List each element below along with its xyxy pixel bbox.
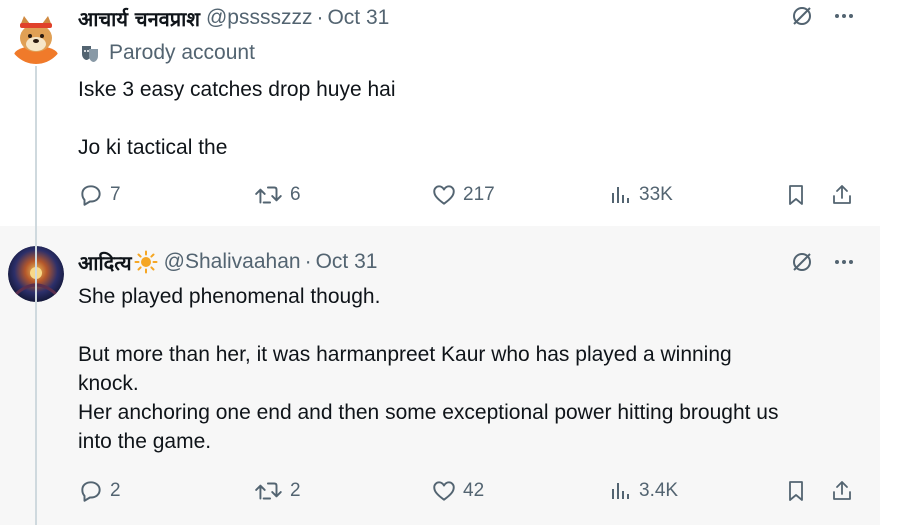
repost-button[interactable]: 2 — [254, 478, 301, 504]
more-icon[interactable] — [832, 250, 856, 274]
like-count: 217 — [463, 184, 495, 205]
grok-icon[interactable] — [790, 4, 814, 28]
repost-icon — [255, 186, 282, 204]
author-handle[interactable]: @psssszzz — [206, 6, 313, 30]
tweet-top-actions — [790, 4, 856, 28]
views-count: 33K — [639, 184, 673, 205]
tweet-text: She played phenomenal though. But more t… — [78, 285, 779, 453]
parody-mask-icon — [80, 43, 100, 63]
parody-text: Parody account — [109, 41, 255, 64]
views-icon — [612, 187, 629, 203]
bookmark-icon — [789, 185, 803, 205]
reply-button[interactable]: 7 — [78, 182, 121, 208]
share-button[interactable] — [830, 182, 860, 208]
reply-count: 2 — [110, 480, 121, 501]
tweet-date[interactable]: Oct 31 — [327, 6, 389, 30]
reply-button[interactable]: 2 — [78, 478, 121, 504]
tweet-text: Iske 3 easy catches drop huye hai Jo ki … — [78, 78, 396, 159]
more-icon[interactable] — [832, 4, 856, 28]
tweet-actions: 7 6 217 33K — [78, 182, 858, 212]
bookmark-button[interactable] — [784, 478, 814, 504]
bookmark-icon — [789, 481, 803, 501]
tweet-top-actions — [790, 250, 856, 274]
like-icon — [433, 185, 455, 205]
repost-icon — [255, 482, 282, 500]
tweet-2[interactable]: आदित्य @Shalivaahan · Oct 31 She played … — [0, 226, 880, 525]
avatar-acharya[interactable] — [8, 8, 64, 64]
author-name[interactable]: आचार्य चनवप्राश — [78, 5, 200, 32]
repost-count: 6 — [290, 184, 301, 205]
bookmark-button[interactable] — [784, 182, 814, 208]
share-button[interactable] — [830, 478, 860, 504]
share-icon — [833, 185, 851, 204]
repost-count: 2 — [290, 480, 301, 501]
views-icon — [612, 483, 629, 499]
views-button[interactable]: 3.4K — [609, 478, 678, 504]
author-handle[interactable]: @Shalivaahan — [164, 250, 301, 274]
like-button[interactable]: 217 — [431, 182, 495, 208]
tweet-1[interactable]: आचार्य चनवप्राश @psssszzz · Oct 31 Parod… — [0, 0, 880, 226]
tweet-header: आदित्य @Shalivaahan · Oct 31 — [78, 249, 378, 276]
tweet-date[interactable]: Oct 31 — [316, 250, 378, 274]
share-icon — [833, 481, 851, 500]
reply-count: 7 — [110, 184, 121, 205]
reply-icon — [81, 481, 101, 502]
tweet-header: आचार्य चनवप्राश @psssszzz · Oct 31 — [78, 5, 389, 32]
repost-button[interactable]: 6 — [254, 182, 301, 208]
grok-icon[interactable] — [790, 250, 814, 274]
author-name[interactable]: आदित्य — [78, 249, 132, 276]
like-count: 42 — [463, 480, 485, 501]
sun-emoji — [134, 250, 158, 274]
like-icon — [433, 481, 455, 501]
separator: · — [316, 6, 324, 29]
thread-line — [35, 66, 37, 525]
views-button[interactable]: 33K — [609, 182, 673, 208]
right-gutter — [880, 0, 919, 525]
like-button[interactable]: 42 — [431, 478, 484, 504]
reply-icon — [81, 185, 101, 206]
parody-label: Parody account — [80, 41, 255, 65]
tweet-actions: 2 2 42 3.4K — [78, 478, 858, 508]
separator: · — [304, 250, 312, 273]
views-count: 3.4K — [639, 480, 679, 501]
